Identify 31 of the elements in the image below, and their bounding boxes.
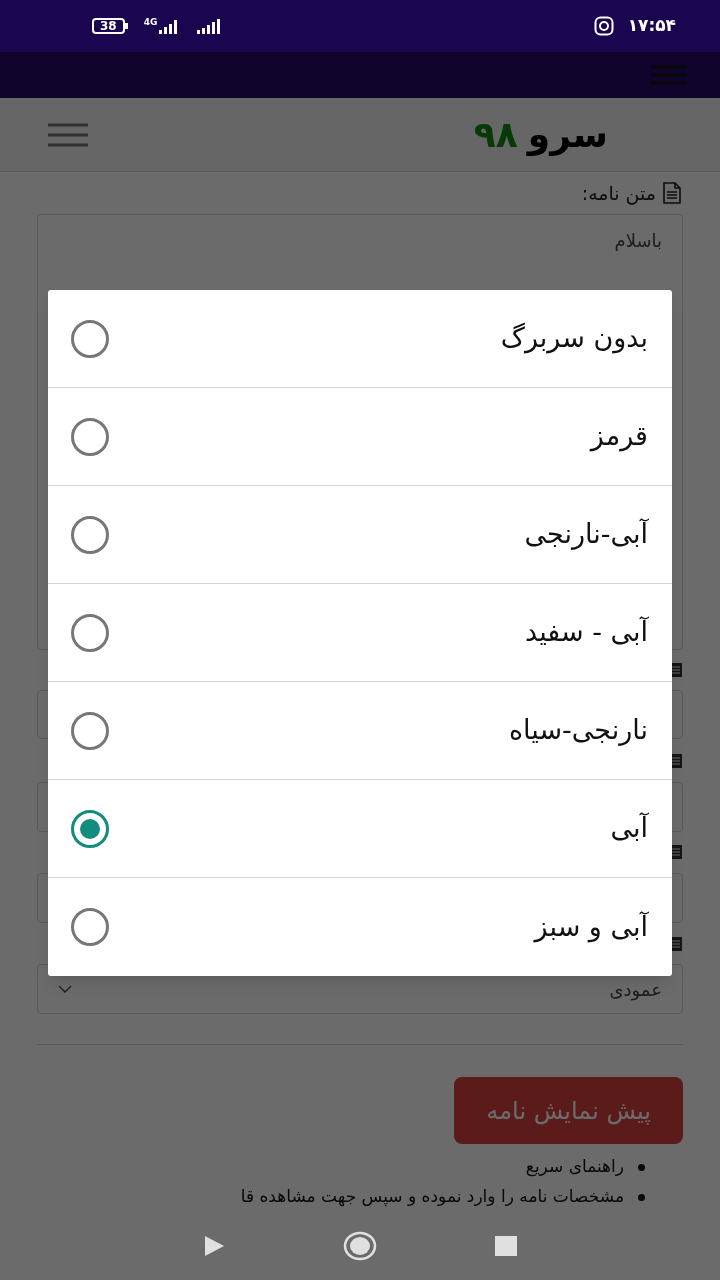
camera-app-icon [593, 16, 614, 36]
status-time: ۱۷:۵۴ [627, 14, 676, 38]
dialog-option[interactable]: آبی [48, 780, 672, 878]
document-icon [662, 181, 682, 204]
radio-button[interactable] [71, 515, 109, 554]
select-value: عمودی [609, 977, 662, 1003]
radio-button[interactable] [71, 908, 109, 946]
chevron-down-icon [58, 985, 72, 994]
menu-icon[interactable] [48, 122, 88, 147]
dialog-option[interactable]: آبی-نارنجی [48, 486, 672, 584]
text-area-value: باسلام [614, 229, 662, 251]
radio-button[interactable] [71, 613, 109, 652]
dialog-option[interactable]: بدون سربرگ [48, 290, 672, 388]
back-icon[interactable] [203, 1235, 225, 1257]
radio-button[interactable] [71, 319, 109, 358]
brand-name: سرو [527, 112, 608, 158]
radio-button[interactable] [71, 809, 109, 848]
bullet-icon [638, 1193, 645, 1201]
dialog-option[interactable]: آبی - سفید [48, 584, 672, 682]
radio-button[interactable] [71, 417, 109, 456]
dialog-option[interactable]: قرمز [48, 388, 672, 486]
field-label: متن نامه: [581, 180, 656, 207]
battery-level: 38 [92, 18, 125, 34]
bullet-icon [638, 1163, 645, 1171]
home-icon[interactable] [343, 1231, 377, 1261]
network-type: 4G [143, 18, 158, 27]
radio-button[interactable] [71, 711, 109, 750]
help-item[interactable]: راهنمای سریع [525, 1154, 624, 1180]
help-item[interactable]: مشخصات نامه را وارد نموده و سپس جهت مشاهده قا [240, 1184, 624, 1210]
brand-number: ۹۸ [473, 112, 518, 157]
dialog-option[interactable]: نارنجی-سیاه [48, 682, 672, 780]
